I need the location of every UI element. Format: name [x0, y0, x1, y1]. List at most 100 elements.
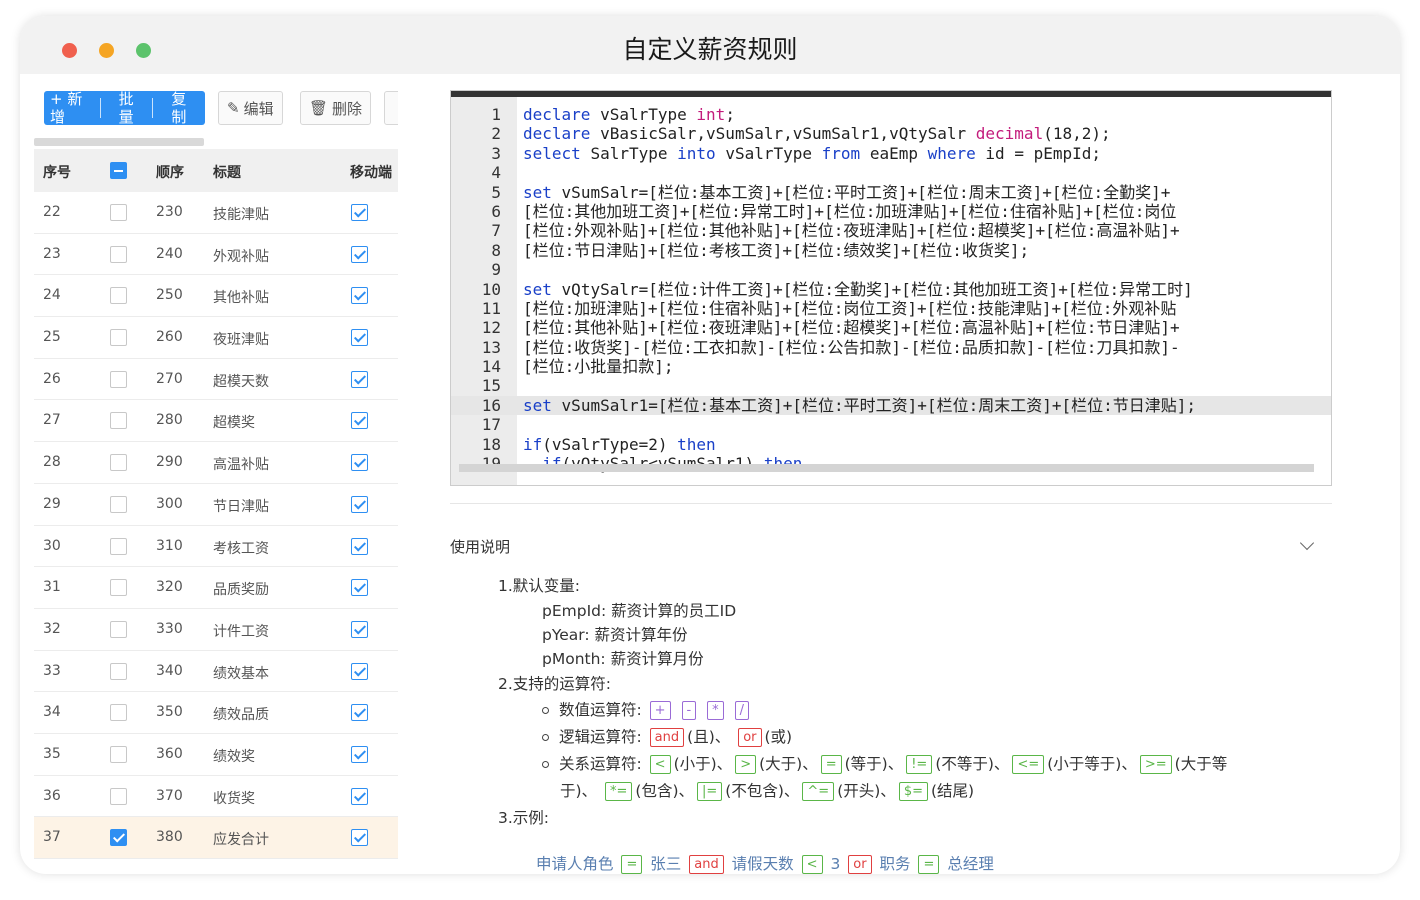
code-line[interactable]: 16 set vSumSalr1=[栏位:基本工资]+[栏位:平时工资]+[栏位:…: [451, 395, 1331, 416]
row-checkbox[interactable]: [110, 787, 127, 805]
mobile-checkbox[interactable]: [351, 412, 368, 430]
add-button[interactable]: + 新增: [44, 90, 100, 126]
code-area[interactable]: 1 declare vSalrType int; 2 declare vBasicSa…: [451, 105, 1331, 473]
code-text: [栏位:加班津贴]+[栏位:住宿补贴]+[栏位:岗位工资]+[栏位:技能津贴]+…: [523, 298, 1177, 318]
code-editor[interactable]: 1 declare vSalrType int; 2 declare vBasicSa…: [450, 90, 1332, 486]
header-mobile[interactable]: 移动端: [350, 162, 392, 182]
mobile-checkbox[interactable]: [351, 829, 368, 847]
mobile-checkbox[interactable]: [351, 329, 368, 347]
table-row[interactable]: 28 290 高温补贴: [34, 442, 398, 484]
row-order: 300: [156, 495, 183, 512]
mobile-checkbox[interactable]: [351, 662, 368, 680]
row-index: 27: [43, 412, 61, 429]
row-order: 320: [156, 579, 183, 596]
mobile-checkbox[interactable]: [351, 787, 368, 805]
line-number: 12: [481, 318, 501, 338]
op-divide: /: [734, 701, 749, 720]
table-row[interactable]: 34 350 绩效品质: [34, 692, 398, 734]
line-number: 9: [491, 260, 501, 280]
row-checkbox[interactable]: [110, 662, 127, 680]
table-row[interactable]: 30 310 考核工资: [34, 526, 398, 568]
code-line[interactable]: 17: [451, 415, 1331, 434]
code-line[interactable]: 12 [栏位:其他补贴]+[栏位:夜班津贴]+[栏位:超模奖]+[栏位:高温补贴]…: [451, 318, 1331, 338]
row-checkbox[interactable]: [110, 287, 127, 305]
editor-scrollbar[interactable]: [459, 464, 1314, 472]
code-line[interactable]: 14 [栏位:小批量扣款];: [451, 357, 1331, 376]
row-checkbox[interactable]: [110, 329, 127, 347]
table-row[interactable]: 35 360 绩效奖: [34, 734, 398, 776]
code-line[interactable]: 15: [451, 376, 1331, 395]
table-row[interactable]: 29 300 节日津贴: [34, 484, 398, 526]
row-checkbox[interactable]: [110, 829, 127, 847]
row-checkbox[interactable]: [110, 620, 127, 638]
line-number: 18: [481, 434, 501, 454]
code-line[interactable]: 18 if(vSalrType=2) then: [451, 434, 1331, 454]
row-checkbox[interactable]: [110, 454, 127, 472]
code-line[interactable]: 2 declare vBasicSalr,vSumSalr,vSumSalr1,v…: [451, 124, 1331, 143]
select-all-checkbox[interactable]: [110, 162, 127, 179]
row-index: 31: [43, 579, 61, 596]
chevron-down-icon[interactable]: [1299, 535, 1315, 551]
code-line[interactable]: 9: [451, 260, 1331, 280]
code-line[interactable]: 8 [栏位:节日津贴]+[栏位:考核工资]+[栏位:绩效奖]+[栏位:收货奖];: [451, 241, 1331, 260]
code-line[interactable]: 10 set vQtySalr=[栏位:计件工资]+[栏位:全勤奖]+[栏位:其他…: [451, 280, 1331, 299]
header-order[interactable]: 顺序: [156, 162, 184, 182]
more-button[interactable]: [384, 91, 398, 125]
mobile-checkbox[interactable]: [351, 454, 368, 472]
row-checkbox[interactable]: [110, 704, 127, 722]
code-line[interactable]: 6 [栏位:其他加班工资]+[栏位:异常工时]+[栏位:加班津贴]+[栏位:住宿补…: [451, 202, 1331, 221]
copy-button[interactable]: 复制: [165, 90, 205, 126]
table-row[interactable]: 26 270 超模天数: [34, 359, 398, 401]
row-checkbox[interactable]: [110, 370, 127, 388]
mobile-checkbox[interactable]: [351, 370, 368, 388]
mobile-checkbox[interactable]: [351, 704, 368, 722]
row-checkbox[interactable]: [110, 245, 127, 263]
row-checkbox[interactable]: [110, 204, 127, 221]
line-number: 4: [491, 163, 501, 183]
usage-heading[interactable]: 使用说明: [450, 536, 510, 557]
table-row[interactable]: 23 240 外观补贴: [34, 234, 398, 276]
code-line[interactable]: 13 [栏位:收货奖]-[栏位:工衣扣款]-[栏位:公告扣款]-[栏位:品质扣款]…: [451, 338, 1331, 357]
table-row[interactable]: 27 280 超模奖: [34, 400, 398, 443]
mobile-checkbox[interactable]: [351, 287, 368, 305]
rel-operator: <: [649, 755, 671, 774]
row-checkbox[interactable]: [110, 537, 127, 555]
table-row[interactable]: 36 370 收货奖: [34, 776, 398, 818]
table-row[interactable]: 24 250 其他补贴: [34, 275, 398, 318]
op-and: and: [649, 728, 685, 747]
row-checkbox[interactable]: [110, 579, 127, 597]
mobile-checkbox[interactable]: [351, 579, 368, 597]
delete-button[interactable]: 🗑 删除: [300, 91, 372, 125]
mobile-checkbox[interactable]: [351, 537, 368, 555]
code-line[interactable]: 3 select SalrType into vSalrType from eaE…: [451, 144, 1331, 163]
table-row[interactable]: 32 330 计件工资: [34, 609, 398, 651]
edit-button[interactable]: ✎ 编辑: [218, 91, 283, 125]
mobile-checkbox[interactable]: [351, 245, 368, 263]
operators-title: 2.支持的运算符:: [498, 675, 612, 693]
mobile-checkbox[interactable]: [351, 495, 368, 513]
horizontal-scrollbar[interactable]: [34, 138, 204, 146]
row-checkbox[interactable]: [110, 495, 127, 513]
code-line[interactable]: 5 set vSumSalr=[栏位:基本工资]+[栏位:平时工资]+[栏位:周末…: [451, 183, 1331, 202]
table-row[interactable]: 37 380 应发合计: [34, 817, 398, 859]
code-line[interactable]: 7 [栏位:外观补贴]+[栏位:其他补贴]+[栏位:夜班津贴]+[栏位:超模奖]+…: [451, 221, 1331, 240]
header-title[interactable]: 标题: [213, 162, 241, 182]
table-row[interactable]: 25 260 夜班津贴: [34, 317, 398, 359]
row-order: 350: [156, 704, 183, 721]
rel-operator: !=: [906, 755, 933, 774]
mobile-checkbox[interactable]: [351, 204, 368, 221]
row-checkbox[interactable]: [110, 745, 127, 763]
code-line[interactable]: 4: [451, 163, 1331, 183]
table-row[interactable]: 31 320 品质奖励: [34, 567, 398, 609]
code-line[interactable]: 1 declare vSalrType int;: [451, 105, 1331, 124]
mobile-checkbox[interactable]: [351, 620, 368, 638]
row-checkbox[interactable]: [110, 412, 127, 430]
rel-operator: >: [735, 755, 757, 774]
table-row[interactable]: 22 230 技能津贴: [34, 192, 398, 234]
op-plus: +: [649, 701, 671, 720]
table-row[interactable]: 33 340 绩效基本: [34, 651, 398, 693]
row-index: 24: [43, 287, 61, 304]
batch-button[interactable]: 批量: [113, 90, 153, 126]
code-line[interactable]: 11 [栏位:加班津贴]+[栏位:住宿补贴]+[栏位:岗位工资]+[栏位:技能津贴…: [451, 298, 1331, 318]
mobile-checkbox[interactable]: [351, 745, 368, 763]
